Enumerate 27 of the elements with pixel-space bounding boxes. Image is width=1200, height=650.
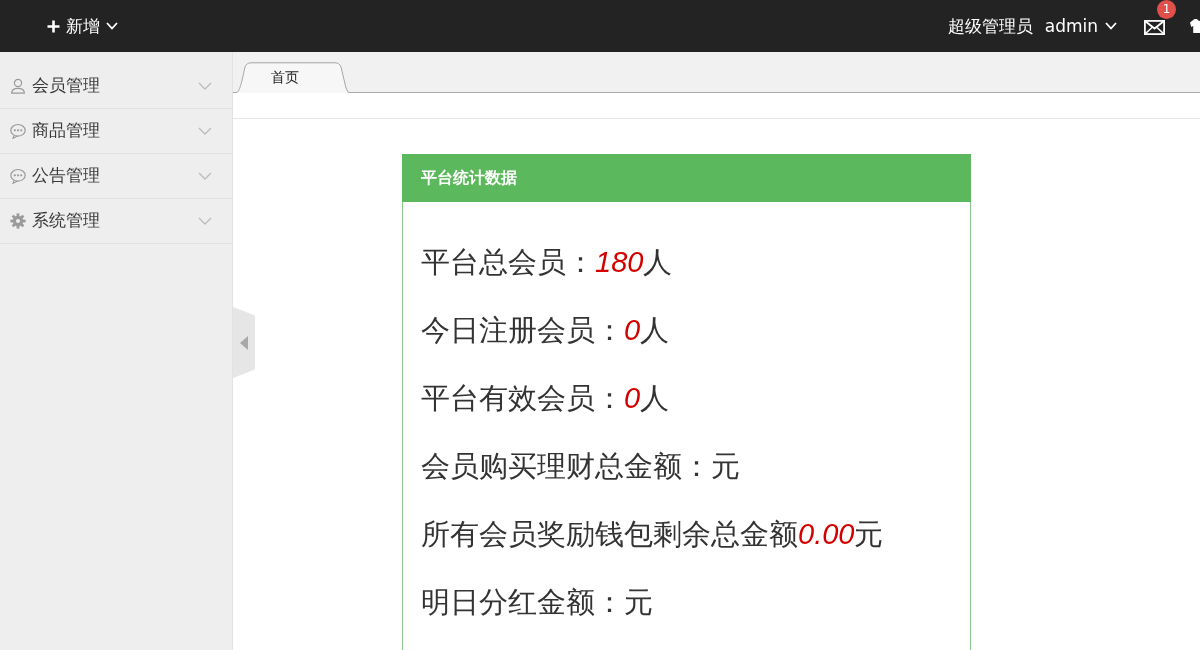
- stat-line: 平台有效会员：0人: [421, 380, 671, 417]
- stat-line: 所有会员奖励钱包剩余总金额0.00元: [421, 516, 885, 553]
- sidebar-item[interactable]: 商品管理: [0, 109, 232, 154]
- caret-down-icon: [1105, 22, 1117, 30]
- shirt-icon[interactable]: [1190, 19, 1200, 33]
- sidebar-item[interactable]: 会员管理: [0, 64, 232, 109]
- user-icon: [10, 78, 26, 94]
- caret-down-icon: [106, 22, 118, 30]
- triangle-left-icon: [240, 335, 248, 350]
- user-role-label: 超级管理员: [947, 14, 1033, 38]
- chat-bubble-icon: [10, 168, 26, 184]
- user-menu-button[interactable]: admin: [1044, 16, 1117, 36]
- panel-title: 平台统计数据: [402, 154, 971, 202]
- stat-line: 平台总会员：180人: [421, 244, 674, 281]
- message-count-badge: 1: [1157, 0, 1176, 19]
- stat-line: 今日注册会员：0人: [421, 312, 671, 349]
- sidebar-item[interactable]: 系统管理: [0, 199, 232, 244]
- messages-button[interactable]: [1143, 17, 1166, 35]
- plus-icon: [47, 19, 60, 33]
- mail-icon: [1144, 20, 1165, 35]
- add-menu-button[interactable]: 新增: [47, 14, 118, 38]
- gear-icon: [10, 213, 26, 229]
- stat-line: 明日分红金额：元: [421, 584, 654, 621]
- sidebar-item[interactable]: 公告管理: [0, 154, 232, 199]
- chat-bubble-icon: [10, 123, 26, 139]
- tab[interactable]: 首页: [235, 62, 351, 93]
- stat-line: 会员购买理财总金额：元: [421, 448, 741, 485]
